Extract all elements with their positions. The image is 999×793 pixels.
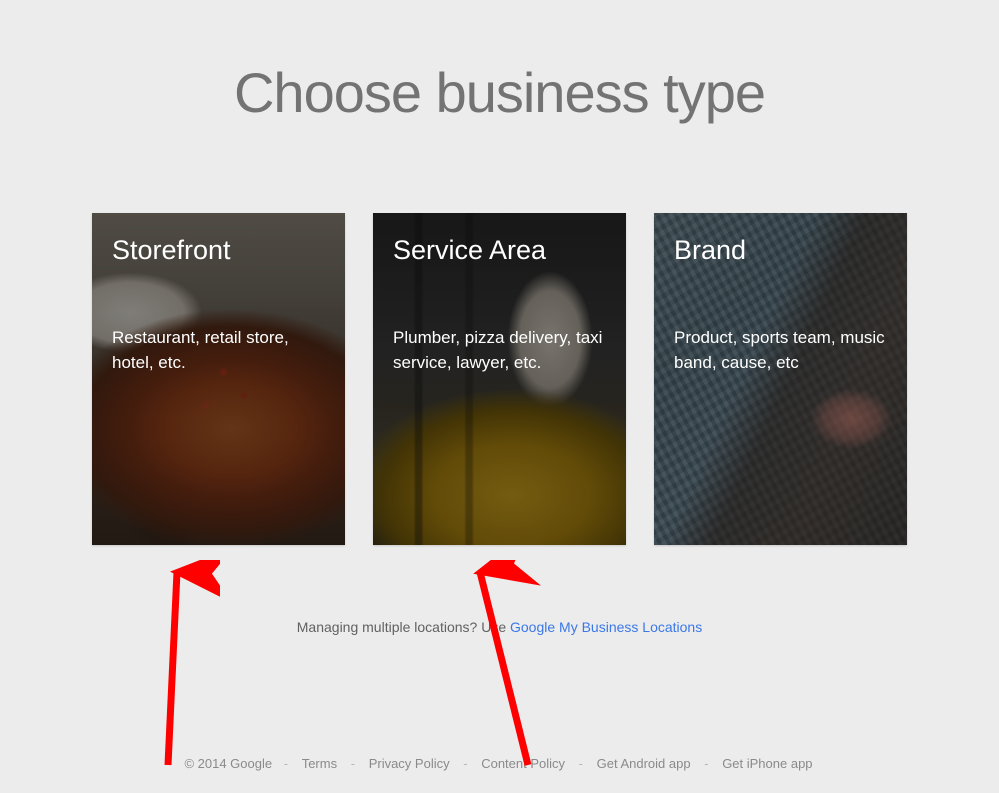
card-title: Brand [674, 235, 887, 266]
card-title: Storefront [112, 235, 325, 266]
page-title: Choose business type [234, 60, 765, 125]
footer-separator: - [343, 756, 363, 771]
footer-link-android[interactable]: Get Android app [595, 756, 693, 771]
card-description: Product, sports team, music band, cause,… [674, 326, 887, 375]
multi-locations-prefix: Managing multiple locations? Use [297, 619, 510, 635]
card-brand[interactable]: Brand Product, sports team, music band, … [654, 213, 907, 545]
business-type-cards: Storefront Restaurant, retail store, hot… [92, 213, 907, 545]
footer-separator: - [571, 756, 591, 771]
card-title: Service Area [393, 235, 606, 266]
footer-separator: - [276, 756, 296, 771]
card-description: Plumber, pizza delivery, taxi service, l… [393, 326, 606, 375]
footer-link-privacy[interactable]: Privacy Policy [367, 756, 452, 771]
footer: © 2014 Google - Terms - Privacy Policy -… [0, 756, 999, 771]
footer-link-terms[interactable]: Terms [300, 756, 339, 771]
footer-link-iphone[interactable]: Get iPhone app [720, 756, 814, 771]
card-content: Service Area Plumber, pizza delivery, ta… [373, 213, 626, 545]
card-description: Restaurant, retail store, hotel, etc. [112, 326, 325, 375]
multi-locations-link[interactable]: Google My Business Locations [510, 619, 702, 635]
footer-copyright: © 2014 Google [184, 756, 272, 771]
multiple-locations-text: Managing multiple locations? Use Google … [297, 619, 702, 635]
card-storefront[interactable]: Storefront Restaurant, retail store, hot… [92, 213, 345, 545]
footer-separator: - [455, 756, 475, 771]
card-service-area[interactable]: Service Area Plumber, pizza delivery, ta… [373, 213, 626, 545]
footer-link-content-policy[interactable]: Content Policy [479, 756, 567, 771]
footer-separator: - [696, 756, 716, 771]
card-content: Storefront Restaurant, retail store, hot… [92, 213, 345, 545]
card-content: Brand Product, sports team, music band, … [654, 213, 907, 545]
